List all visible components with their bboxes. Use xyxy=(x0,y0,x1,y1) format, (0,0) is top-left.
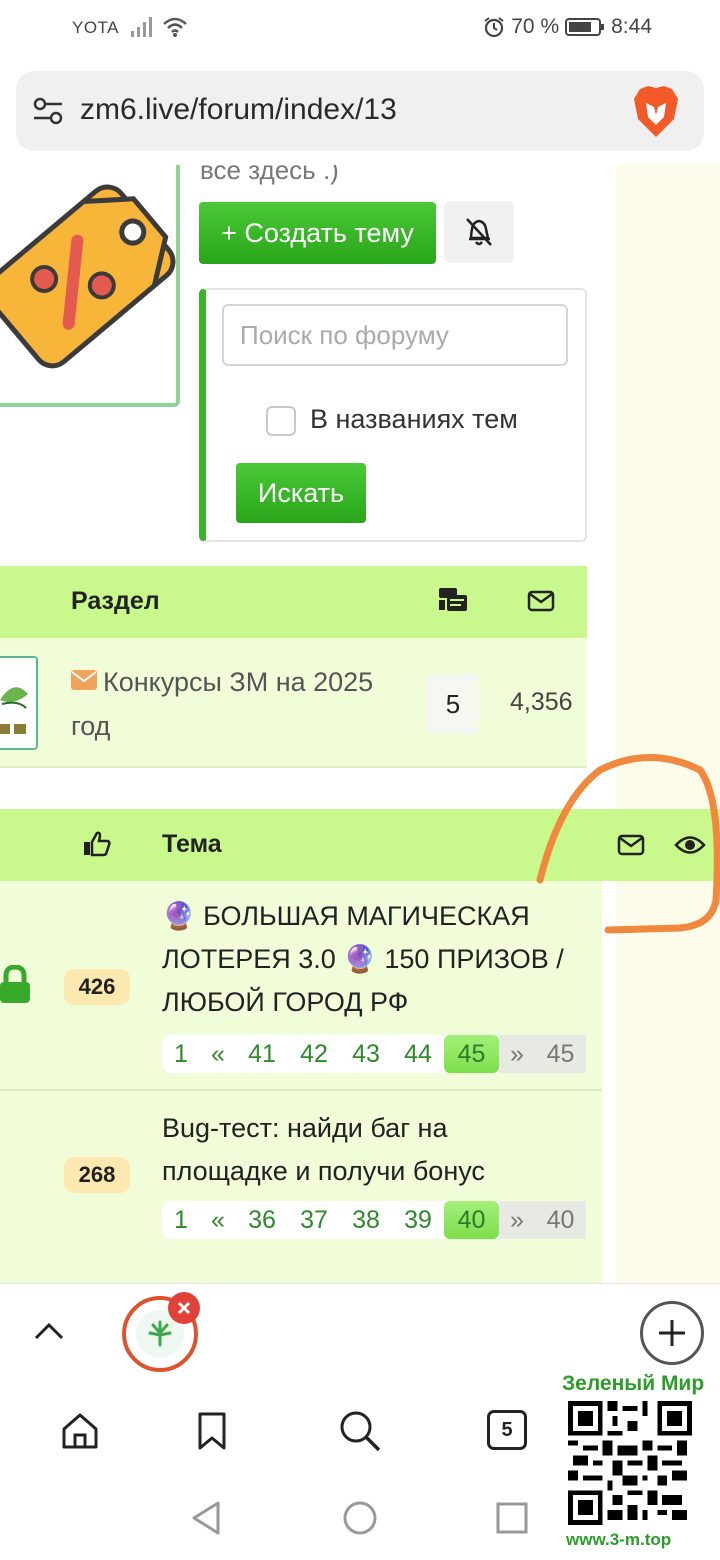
replies-icon xyxy=(617,834,645,856)
battery-icon xyxy=(565,18,605,36)
qr-code-image xyxy=(568,1401,692,1525)
clock: 8:44 xyxy=(611,15,652,38)
wifi-icon xyxy=(163,17,187,37)
page-link[interactable]: 42 xyxy=(288,1035,340,1073)
forum-search-input[interactable]: Поиск по форуму xyxy=(222,304,568,366)
topic-title-line: ЛЮБОЙ ГОРОД РФ xyxy=(162,987,409,1017)
tab-count: 5 xyxy=(501,1418,513,1441)
page-link[interactable]: 44 xyxy=(392,1035,444,1073)
section-title: Конкурсы ЗМ на 2025 год xyxy=(71,667,374,741)
lock-icon xyxy=(0,965,30,1003)
close-tab-button[interactable] xyxy=(168,1292,200,1324)
messages-count-icon xyxy=(527,590,555,612)
topic-title-line: площадке и получи бонус xyxy=(162,1156,485,1186)
page-last[interactable]: 40 xyxy=(535,1206,586,1235)
page-link[interactable]: 1 xyxy=(162,1035,200,1073)
page-last[interactable]: 45 xyxy=(535,1040,586,1069)
topics-table-header: Тема xyxy=(0,809,720,881)
section-messages-count: 4,356 xyxy=(510,688,573,716)
chevron-up-icon[interactable] xyxy=(33,1320,65,1342)
page-next[interactable]: » xyxy=(499,1206,535,1235)
new-tab-button[interactable] xyxy=(640,1301,704,1365)
page-next[interactable]: » xyxy=(499,1040,535,1069)
topic-likes-badge: 426 xyxy=(64,969,130,1005)
topic-pagination-2: 1 « 36 37 38 39 40 » 40 xyxy=(162,1201,586,1239)
forum-intro-text: все здесь .) xyxy=(200,165,339,185)
topic-likes-badge: 268 xyxy=(64,1157,130,1193)
page-current[interactable]: 40 xyxy=(444,1201,499,1239)
nav-back-icon[interactable] xyxy=(190,1500,222,1536)
search-placeholder: Поиск по форуму xyxy=(240,319,449,350)
browser-bottom-bar: 5 Зеленый Мир www.3-m.top xyxy=(0,1283,720,1560)
page-link[interactable]: 1 xyxy=(162,1201,200,1239)
section-thumbnail xyxy=(0,656,38,750)
mute-notifications-button[interactable] xyxy=(444,201,514,263)
address-bar[interactable]: zm6.live/forum/index/13 xyxy=(16,71,704,151)
home-icon[interactable] xyxy=(60,1411,100,1451)
forum-search-panel: Поиск по форуму В названиях тем Искать xyxy=(199,288,587,542)
thumbs-up-icon xyxy=(84,831,111,857)
topic-title-line: 🔮 БОЛЬШАЯ МАГИЧЕСКАЯ xyxy=(162,901,530,931)
search-button[interactable]: Искать xyxy=(236,463,366,523)
section-column-header: Раздел xyxy=(71,587,160,615)
section-title-link[interactable]: Конкурсы ЗМ на 2025 год xyxy=(71,660,411,748)
discount-tag-icon xyxy=(0,184,176,369)
page-link[interactable]: 37 xyxy=(288,1201,340,1239)
page-link[interactable]: 41 xyxy=(236,1035,288,1073)
topic-title-link[interactable]: 🔮 БОЛЬШАЯ МАГИЧЕСКАЯ ЛОТЕРЕЯ 3.0 🔮 150 П… xyxy=(162,895,592,1024)
topic-pagination-1: 1 « 41 42 43 44 45 » 45 xyxy=(162,1035,586,1073)
page-prev[interactable]: « xyxy=(200,1201,236,1239)
views-eye-icon xyxy=(674,836,706,854)
sections-table-header: Раздел xyxy=(0,566,587,638)
topic-title-link[interactable]: Bug-тест: найди баг на площадке и получи… xyxy=(162,1107,592,1193)
status-right: 70 % 8:44 xyxy=(483,15,652,39)
brave-shields-icon[interactable] xyxy=(632,85,680,139)
section-row[interactable]: Конкурсы ЗМ на 2025 год 5 4,356 xyxy=(0,638,587,768)
page-prev[interactable]: « xyxy=(200,1035,236,1073)
cannabis-leaf-icon xyxy=(148,1320,172,1347)
bell-off-icon xyxy=(466,218,492,246)
topics-count-icon xyxy=(439,588,467,611)
page-link[interactable]: 43 xyxy=(340,1035,392,1073)
leaf-icon xyxy=(0,687,28,734)
page-link[interactable]: 36 xyxy=(236,1201,288,1239)
page-side-strip xyxy=(616,165,720,1283)
titles-only-label: В названиях тем xyxy=(310,404,518,434)
topic-likes-value: 426 xyxy=(78,974,116,999)
titles-only-checkbox[interactable] xyxy=(266,406,296,436)
page-tail[interactable]: » 45 xyxy=(499,1035,586,1073)
search-icon[interactable] xyxy=(338,1409,382,1453)
watermark-title: Зеленый Мир xyxy=(562,1372,705,1395)
carrier-label: YOTA xyxy=(72,18,120,37)
url-text[interactable]: zm6.live/forum/index/13 xyxy=(80,93,397,127)
create-topic-label: + Создать тему xyxy=(221,217,414,248)
page-tail[interactable]: » 40 xyxy=(499,1201,586,1239)
section-topics-value: 5 xyxy=(445,688,461,719)
search-button-label: Искать xyxy=(257,477,345,508)
site-settings-icon[interactable] xyxy=(32,95,64,127)
topic-title-line: Bug-тест: найди баг на xyxy=(162,1113,448,1143)
watermark-url: www.3-m.top xyxy=(566,1530,672,1549)
close-icon xyxy=(177,1301,191,1315)
topic-column-header: Тема xyxy=(162,830,222,858)
page-link[interactable]: 39 xyxy=(392,1201,444,1239)
bookmark-icon[interactable] xyxy=(197,1411,227,1451)
topic-title-line: ЛОТЕРЕЯ 3.0 🔮 150 ПРИЗОВ / xyxy=(162,944,564,974)
battery-percent: 70 % xyxy=(511,15,560,38)
section-topics-count: 5 xyxy=(427,674,479,734)
nav-home-circle-icon[interactable] xyxy=(342,1500,378,1536)
status-bar: YOTA 70 % 8:44 xyxy=(0,0,720,56)
tab-switcher-button[interactable]: 5 xyxy=(487,1410,527,1450)
nav-recents-icon[interactable] xyxy=(496,1502,528,1534)
page-link[interactable]: 38 xyxy=(340,1201,392,1239)
signal-icon xyxy=(131,17,152,37)
plus-icon xyxy=(659,1320,685,1346)
forum-category-image xyxy=(0,165,180,407)
create-topic-button[interactable]: + Создать тему xyxy=(199,202,436,264)
page-current[interactable]: 45 xyxy=(444,1035,499,1073)
alarm-icon xyxy=(484,17,504,38)
topic-likes-value: 268 xyxy=(78,1162,116,1187)
